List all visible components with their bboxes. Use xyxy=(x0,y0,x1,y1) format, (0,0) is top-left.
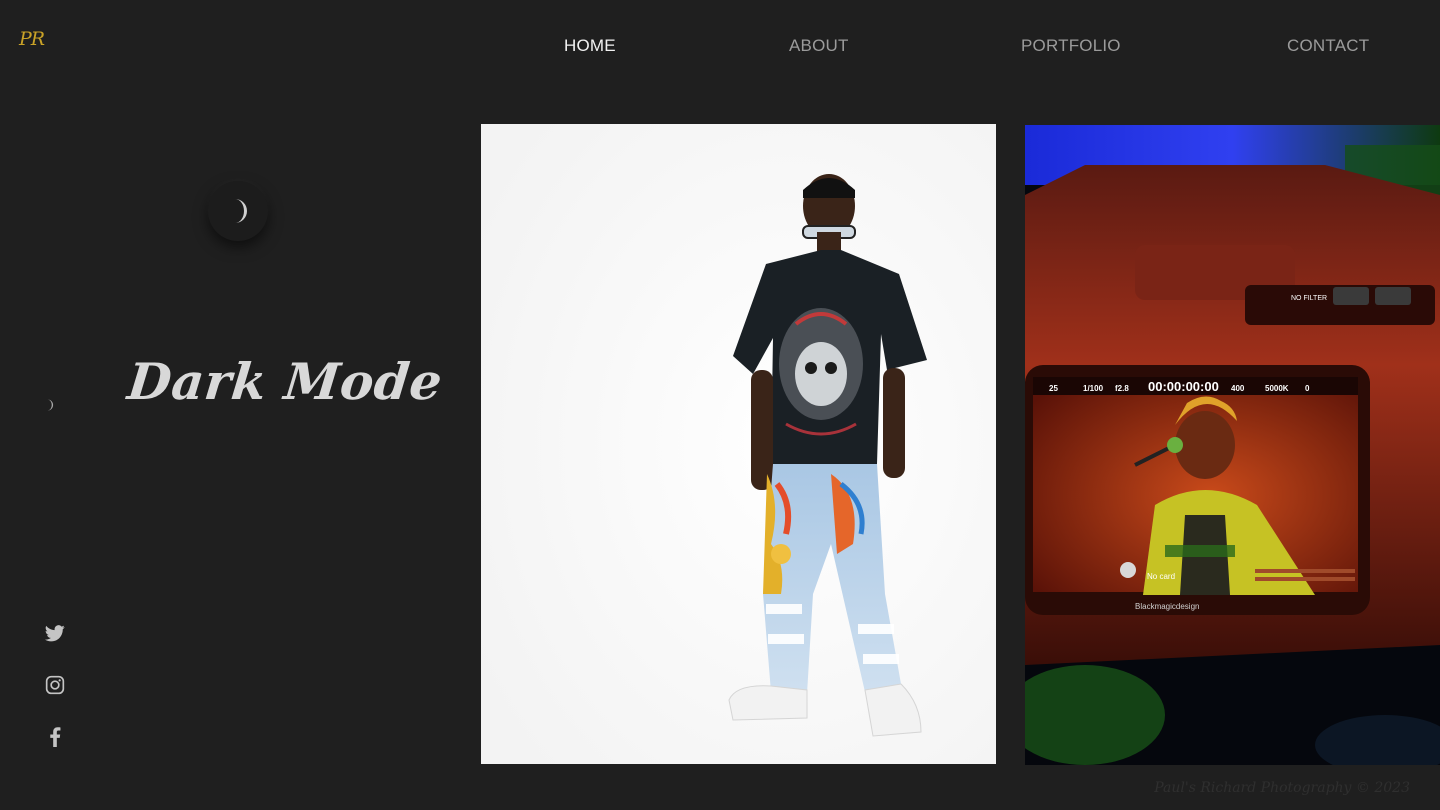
camera-brand: Blackmagicdesign xyxy=(1135,602,1199,611)
mode-title: Dark Mode xyxy=(124,352,446,411)
theme-toggle-button[interactable] xyxy=(208,181,268,241)
theme-toggle-small[interactable] xyxy=(38,394,60,416)
facebook-icon xyxy=(50,727,61,747)
camera-tint: 0 xyxy=(1305,384,1310,393)
moon-icon xyxy=(235,199,247,223)
instagram-link[interactable] xyxy=(42,672,68,698)
footer-signature: Paul's Richard Photography © 2023 xyxy=(1154,780,1410,796)
camera-shutter: 1/100 xyxy=(1083,384,1104,393)
twitter-link[interactable] xyxy=(42,620,68,646)
gallery-photo-camera[interactable]: NO FILTER 1/100 f2.8 00:00:00:00 400 500… xyxy=(1025,125,1440,765)
nav-contact[interactable]: CONTACT xyxy=(1287,36,1369,56)
camera-aperture: f2.8 xyxy=(1115,384,1129,393)
page: PR HOME ABOUT PORTFOLIO CONTACT Dark Mod… xyxy=(0,0,1440,810)
gallery-photo-model[interactable] xyxy=(481,124,996,764)
camera-filter-label: NO FILTER xyxy=(1291,295,1327,302)
main-nav: HOME ABOUT PORTFOLIO CONTACT xyxy=(0,36,1440,60)
camera-iso: 400 xyxy=(1231,384,1245,393)
photo-model-illustration xyxy=(481,124,996,764)
nav-portfolio[interactable]: PORTFOLIO xyxy=(1021,36,1121,56)
facebook-link[interactable] xyxy=(42,724,68,750)
photo-camera-illustration: NO FILTER 1/100 f2.8 00:00:00:00 400 500… xyxy=(1025,125,1440,765)
camera-fps: 25 xyxy=(1049,384,1058,393)
instagram-icon xyxy=(45,675,65,695)
camera-timecode: 00:00:00:00 xyxy=(1148,379,1219,394)
nav-home[interactable]: HOME xyxy=(564,36,616,56)
twitter-icon xyxy=(45,624,65,641)
moon-icon xyxy=(47,399,54,411)
camera-card-status: No card xyxy=(1147,572,1175,581)
nav-about[interactable]: ABOUT xyxy=(789,36,849,56)
camera-white-balance: 5000K xyxy=(1265,384,1289,393)
